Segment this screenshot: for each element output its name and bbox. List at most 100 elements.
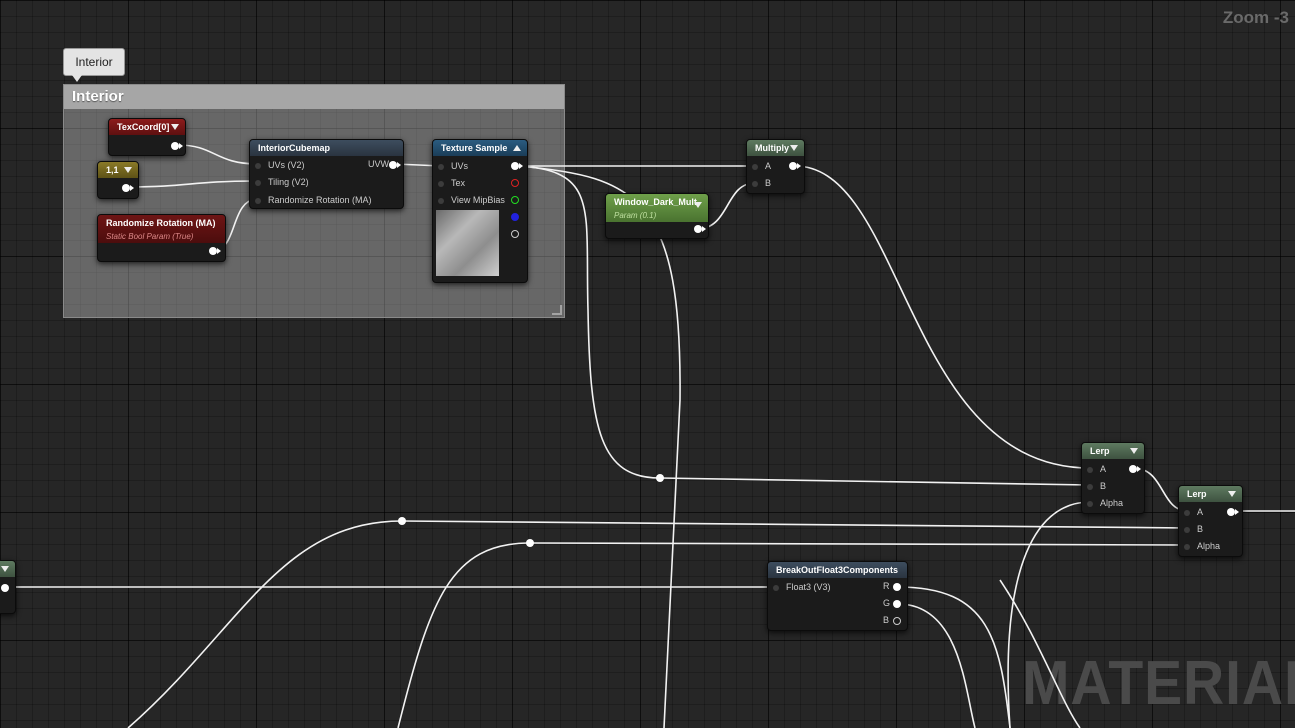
pin-arrow-icon — [1137, 466, 1141, 472]
node-header[interactable]: Window_Dark_Mult Param (0.1) — [606, 194, 708, 222]
pin-arrow-icon — [217, 248, 221, 254]
node-offscreen-left[interactable] — [0, 560, 16, 614]
pin-dot-icon — [255, 163, 261, 169]
output-label-b: B — [883, 615, 890, 625]
pin-dot-icon — [1184, 544, 1190, 550]
output-pin-g[interactable] — [893, 600, 901, 608]
node-header[interactable]: Randomize Rotation (MA) Static Bool Para… — [98, 215, 225, 243]
node-header[interactable]: 1,1 — [98, 162, 138, 178]
node-interior-cubemap[interactable]: InteriorCubemap UVs (V2) Tiling (V2) Ran… — [249, 139, 404, 209]
node-title: Randomize Rotation (MA) — [106, 218, 216, 228]
node-header[interactable]: Multiply — [747, 140, 804, 156]
output-label-uvw: UVW — [368, 159, 389, 169]
pin-dot-icon — [752, 164, 758, 170]
output-pin-r[interactable] — [511, 179, 519, 187]
node-title: BreakOutFloat3Components — [776, 565, 899, 575]
wire-texsample-lerp1-b — [516, 165, 1091, 486]
output-pin-rgb[interactable] — [511, 162, 519, 170]
output-pin[interactable] — [694, 225, 702, 233]
node-texcoord[interactable]: TexCoord[0] — [108, 118, 186, 156]
zoom-level: Zoom -3 — [1222, 8, 1289, 27]
node-header[interactable]: Lerp — [1082, 443, 1144, 459]
output-pin[interactable] — [209, 247, 217, 255]
reroute-node — [398, 517, 406, 525]
input-pin-view-mipbias[interactable]: View MipBias — [438, 194, 505, 206]
input-pin-a[interactable]: A — [1087, 463, 1106, 475]
pin-dot-icon — [438, 164, 444, 170]
output-pin-g[interactable] — [511, 196, 519, 204]
node-title: Multiply — [755, 143, 789, 153]
node-title: Texture Sample — [441, 143, 508, 153]
node-title: Lerp — [1090, 446, 1110, 456]
node-breakout-float3[interactable]: BreakOutFloat3Components Float3 (V3) R G… — [767, 561, 908, 631]
resize-grip-icon[interactable] — [552, 305, 562, 315]
input-pin-a[interactable]: A — [1184, 506, 1203, 518]
node-randomize-rotation[interactable]: Randomize Rotation (MA) Static Bool Para… — [97, 214, 226, 262]
input-pin-b[interactable]: B — [752, 177, 771, 189]
output-pin[interactable] — [1129, 465, 1137, 473]
wire-lerp2-alpha — [529, 542, 1189, 546]
node-lerp-1[interactable]: Lerp A B Alpha — [1081, 442, 1145, 514]
output-pin-r[interactable] — [893, 583, 901, 591]
node-constant2vector[interactable]: 1,1 — [97, 161, 139, 199]
output-pin-uvw[interactable] — [389, 161, 397, 169]
output-pin[interactable] — [1227, 508, 1235, 516]
pin-dot-icon — [1184, 527, 1190, 533]
material-watermark: MATERIAL — [1022, 649, 1295, 718]
output-pin-b[interactable] — [893, 617, 901, 625]
node-window-dark-mult[interactable]: Window_Dark_Mult Param (0.1) — [605, 193, 709, 239]
node-title: TexCoord[0] — [117, 122, 170, 132]
input-pin-tex[interactable]: Tex — [438, 177, 465, 189]
pin-arrow-icon — [797, 163, 801, 169]
input-pin-alpha[interactable]: Alpha — [1184, 540, 1220, 552]
input-pin-uvs[interactable]: UVs — [438, 160, 468, 172]
node-header[interactable]: TexCoord[0] — [109, 119, 185, 135]
dropdown-arrow-icon[interactable] — [1130, 448, 1138, 454]
comment-title[interactable]: Interior — [64, 85, 564, 109]
input-pin-alpha[interactable]: Alpha — [1087, 497, 1123, 509]
pin-dot-icon — [255, 180, 261, 186]
pin-dot-icon — [438, 181, 444, 187]
input-pin-randomize[interactable]: Randomize Rotation (MA) — [255, 194, 372, 206]
node-header[interactable]: InteriorCubemap — [250, 140, 403, 156]
node-texture-sample[interactable]: Texture Sample UVs Tex View MipBias — [432, 139, 528, 283]
output-pin[interactable] — [122, 184, 130, 192]
input-pin-b[interactable]: B — [1184, 523, 1203, 535]
input-pin-uvs[interactable]: UVs (V2) — [255, 159, 305, 171]
input-pin-a[interactable]: A — [752, 160, 771, 172]
node-header[interactable]: BreakOutFloat3Components — [768, 562, 907, 578]
node-subtitle: Static Bool Param (True) — [106, 232, 194, 241]
pin-arrow-icon — [397, 162, 401, 168]
dropdown-arrow-icon[interactable] — [124, 167, 132, 173]
wire-breakout-g — [897, 603, 976, 728]
dropdown-arrow-icon[interactable] — [694, 202, 702, 208]
node-header[interactable]: Texture Sample — [433, 140, 527, 156]
output-pin-a[interactable] — [511, 230, 519, 238]
dropdown-arrow-icon[interactable] — [790, 145, 798, 151]
node-multiply[interactable]: Multiply A B — [746, 139, 805, 194]
pin-dot-icon — [773, 585, 779, 591]
dropdown-arrow-icon[interactable] — [171, 124, 179, 130]
output-pin-b[interactable] — [511, 213, 519, 221]
node-title: 1,1 — [106, 165, 119, 175]
output-pin[interactable] — [1, 584, 9, 592]
pin-dot-icon — [1087, 484, 1093, 490]
input-pin-tiling[interactable]: Tiling (V2) — [255, 176, 309, 188]
node-lerp-2[interactable]: Lerp A B Alpha — [1178, 485, 1243, 557]
node-title: InteriorCubemap — [258, 143, 331, 153]
dropdown-arrow-icon[interactable] — [1228, 491, 1236, 497]
input-pin-b[interactable]: B — [1087, 480, 1106, 492]
output-pin[interactable] — [171, 142, 179, 150]
pin-arrow-icon — [179, 143, 183, 149]
input-pin-float3[interactable]: Float3 (V3) — [773, 581, 831, 593]
output-pin[interactable] — [789, 162, 797, 170]
collapse-arrow-icon[interactable] — [513, 145, 521, 151]
wire-lerp2-b — [401, 520, 1189, 529]
dropdown-arrow-icon[interactable] — [1, 566, 9, 572]
pin-arrow-icon — [702, 226, 706, 232]
node-header[interactable] — [0, 561, 15, 577]
pin-dot-icon — [1087, 467, 1093, 473]
node-header[interactable]: Lerp — [1179, 486, 1242, 502]
comment-bubble[interactable]: Interior — [63, 48, 125, 82]
pin-arrow-icon — [1235, 509, 1239, 515]
